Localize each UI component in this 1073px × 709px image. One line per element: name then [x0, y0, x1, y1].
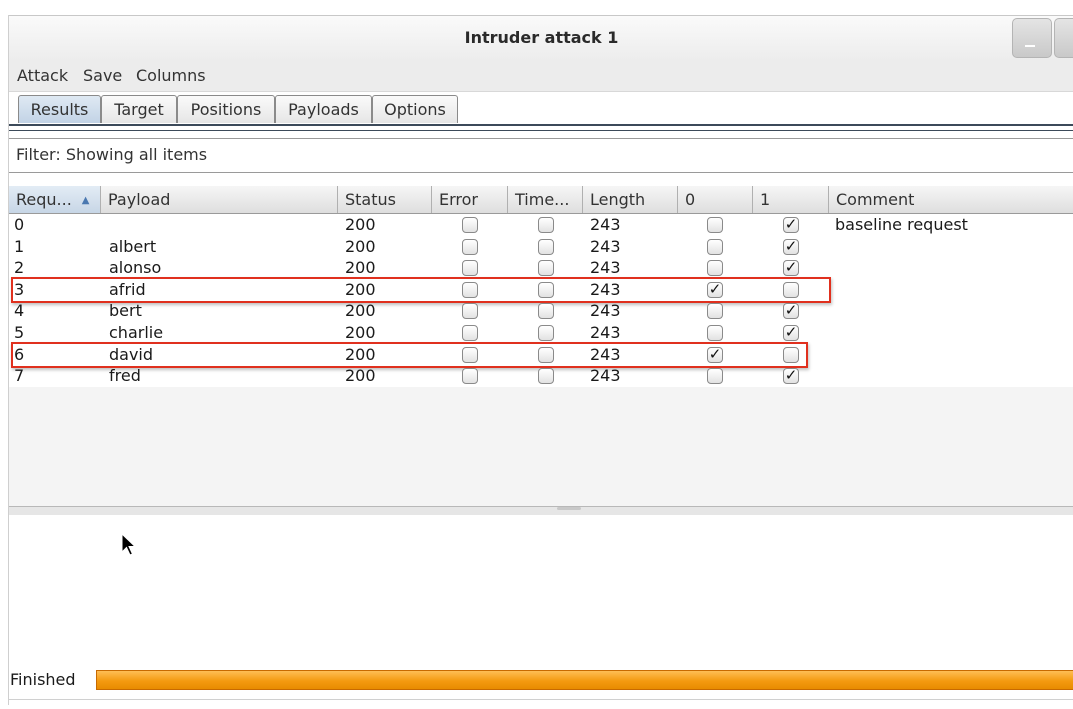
cell-length: 243	[590, 236, 621, 256]
match-1-checkbox[interactable]: ✓	[783, 368, 799, 385]
cell-comment: baseline request	[835, 215, 968, 234]
cell-length: 243	[590, 301, 621, 321]
splitter-grip[interactable]	[557, 507, 581, 510]
progress-fill	[97, 671, 1073, 689]
column-header-match-0[interactable]: 0	[678, 186, 753, 213]
timeout-checkbox[interactable]	[538, 303, 554, 320]
maximize-button[interactable]	[1054, 18, 1073, 58]
tab-bar: Results Target Positions Payloads Option…	[9, 92, 1073, 138]
pane-splitter[interactable]	[9, 506, 1073, 515]
column-header-request[interactable]: Requ... ▲	[9, 186, 101, 213]
cell-payload: fred	[109, 366, 141, 386]
cell-length: 243	[590, 366, 621, 386]
error-checkbox[interactable]	[462, 303, 478, 320]
minimize-button[interactable]	[1012, 18, 1052, 58]
mouse-pointer-icon	[121, 533, 137, 556]
bottom-divider	[9, 699, 1073, 700]
filter-bar[interactable]: Filter: Showing all items	[9, 138, 1073, 173]
table-row[interactable]: 4 bert 200 243 ✓	[9, 300, 1073, 322]
match-1-checkbox[interactable]: ✓	[783, 303, 799, 320]
title-bar: Intruder attack 1	[9, 15, 1073, 61]
table-header: Requ... ▲ Payload Status Error Time... Le…	[9, 186, 1073, 214]
menu-columns[interactable]: Columns	[136, 66, 206, 85]
menu-bar: Attack Save Columns	[9, 61, 1073, 92]
match-0-checkbox[interactable]	[707, 303, 723, 320]
cell-status: 200	[345, 366, 376, 386]
column-header-payload[interactable]: Payload	[101, 186, 338, 213]
cell-status: 200	[345, 301, 376, 321]
highlight-box	[11, 341, 808, 368]
match-1-checkbox[interactable]: ✓	[783, 325, 799, 341]
tab-underline	[9, 124, 1073, 126]
match-0-checkbox[interactable]	[707, 325, 723, 341]
match-1-checkbox[interactable]: ✓	[783, 238, 799, 255]
match-0-checkbox[interactable]	[707, 368, 723, 385]
column-header-timeout[interactable]: Time...	[508, 186, 583, 213]
progress-bar	[96, 670, 1073, 690]
error-checkbox[interactable]	[462, 325, 478, 341]
timeout-checkbox[interactable]	[538, 238, 554, 255]
error-checkbox[interactable]	[462, 368, 478, 385]
error-checkbox[interactable]	[462, 217, 478, 233]
tab-positions[interactable]: Positions	[177, 95, 275, 123]
cell-request: 4	[14, 301, 25, 321]
filter-text: Filter: Showing all items	[16, 145, 208, 164]
timeout-checkbox[interactable]	[538, 260, 554, 277]
status-label: Finished	[10, 670, 76, 689]
match-0-checkbox[interactable]	[707, 217, 723, 233]
column-header-length[interactable]: Length	[583, 186, 678, 213]
tab-payloads[interactable]: Payloads	[275, 95, 372, 123]
tab-underline-secondary	[9, 130, 1073, 131]
cell-status: 200	[345, 236, 376, 256]
tab-target[interactable]: Target	[101, 95, 177, 123]
results-table: Requ... ▲ Payload Status Error Time... Le…	[9, 186, 1073, 506]
sort-ascending-icon: ▲	[81, 195, 90, 206]
match-0-checkbox[interactable]	[707, 238, 723, 255]
timeout-checkbox[interactable]	[538, 368, 554, 385]
column-header-match-1[interactable]: 1	[753, 186, 829, 213]
detail-pane	[9, 515, 1073, 655]
cell-status: 200	[345, 215, 376, 234]
table-row[interactable]: 1 albert 200 243 ✓	[9, 236, 1073, 258]
match-0-checkbox[interactable]	[707, 260, 723, 277]
table-row[interactable]: 0 200 243 baseline request ✓	[9, 214, 1073, 236]
column-header-error[interactable]: Error	[432, 186, 508, 213]
cell-length: 243	[590, 215, 621, 234]
minimize-icon	[1025, 45, 1035, 47]
tab-results[interactable]: Results	[18, 95, 101, 123]
cell-payload: albert	[109, 236, 157, 256]
window-title: Intruder attack 1	[464, 28, 619, 47]
table-row[interactable]: 7 fred 200 243 ✓	[9, 365, 1073, 387]
column-header-comment[interactable]: Comment	[829, 186, 1073, 213]
timeout-checkbox[interactable]	[538, 217, 554, 233]
match-1-checkbox[interactable]: ✓	[783, 217, 799, 233]
tab-options[interactable]: Options	[372, 95, 458, 123]
cell-request: 0	[14, 215, 25, 234]
timeout-checkbox[interactable]	[538, 325, 554, 341]
error-checkbox[interactable]	[462, 238, 478, 255]
match-1-checkbox[interactable]: ✓	[783, 260, 799, 277]
table-body: 0 200 243 baseline request ✓ 1 albert 200 243 ✓ 2 a…	[9, 214, 1073, 387]
menu-save[interactable]: Save	[83, 66, 122, 85]
cell-request: 7	[14, 366, 25, 386]
highlight-box	[11, 276, 831, 303]
cell-payload: bert	[109, 301, 142, 321]
cell-request: 1	[14, 236, 25, 256]
error-checkbox[interactable]	[462, 260, 478, 277]
menu-attack[interactable]: Attack	[17, 66, 68, 85]
intruder-window: Intruder attack 1 Attack Save Columns Re…	[8, 15, 1073, 705]
column-header-status[interactable]: Status	[338, 186, 432, 213]
